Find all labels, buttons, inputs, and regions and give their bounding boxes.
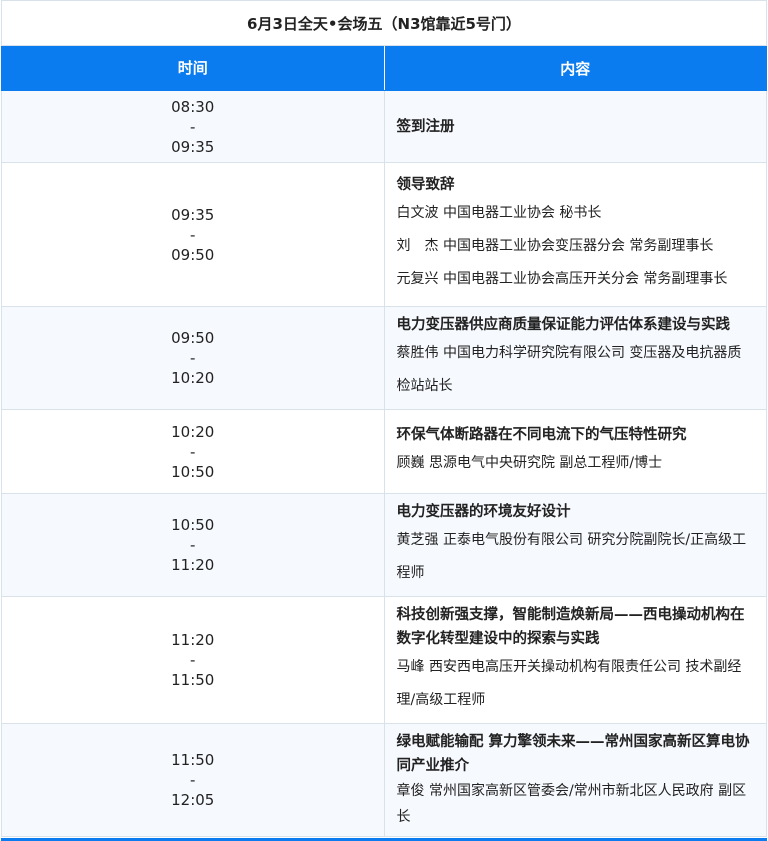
session-topic: 绿电赋能输配 算力擎领未来——常州国家高新区算电协同产业推介	[396, 734, 750, 774]
table-row: 08:30 - 09:35 签到注册	[1, 90, 767, 163]
time-separator: -	[190, 651, 196, 669]
content-cell: 电力变压器的环境友好设计 黄芝强 正泰电气股份有限公司 研究分院副院长/正高级工…	[383, 493, 767, 597]
time-separator: -	[190, 225, 196, 244]
speaker-line: 章俊 常州国家高新区管委会/常州市新北区人民政府 副区长	[396, 783, 747, 825]
table-row: 10:50 - 11:20 电力变压器的环境友好设计 黄芝强 正泰电气股份有限公…	[1, 493, 767, 597]
header-time: 时间	[1, 45, 385, 91]
session-topic: 科技创新强支撑，智能制造焕新局——西电操动机构在数字化转型建设中的探索与实践	[396, 607, 745, 647]
time-separator: -	[190, 536, 196, 554]
start-time: 10:50	[171, 516, 215, 534]
session-topic: 电力变压器供应商质量保证能力评估体系建设与实践	[396, 317, 731, 333]
content-cell: 环保气体断路器在不同电流下的气压特性研究 顾巍 思源电气中央研究院 副总工程师/…	[383, 409, 767, 494]
speaker-line: 马峰 西安西电高压开关操动机构有限责任公司 技术副经理/高级工程师	[396, 659, 742, 708]
session-topic: 签到注册	[396, 118, 455, 135]
start-time: 09:50	[171, 329, 215, 347]
end-time: 09:50	[171, 245, 215, 264]
time-cell: 11:50 - 12:05	[1, 723, 385, 837]
speaker-line: 黄芝强 正泰电气股份有限公司 研究分院副院长/正高级工程师	[396, 532, 747, 581]
end-time: 09:35	[171, 137, 215, 156]
end-time: 11:50	[171, 671, 215, 689]
speaker-line: 白文波 中国电器工业协会 秘书长	[396, 205, 602, 221]
end-time: 10:20	[171, 369, 215, 387]
table-row: 11:50 - 12:05 绿电赋能输配 算力擎领未来——常州国家高新区算电协同…	[1, 723, 767, 837]
content-cell: 领导致辞 白文波 中国电器工业协会 秘书长 刘 杰 中国电器工业协会变压器分会 …	[383, 162, 767, 307]
table-row: 09:35 - 09:50 领导致辞 白文波 中国电器工业协会 秘书长 刘 杰 …	[1, 162, 767, 307]
start-time: 11:20	[171, 631, 215, 649]
table-header-row: 时间 内容	[1, 45, 767, 91]
table-row: 10:20 - 10:50 环保气体断路器在不同电流下的气压特性研究 顾巍 思源…	[1, 409, 767, 494]
schedule-table-wrapper: 6月3日全天•会场五（N3馆靠近5号门） 时间 内容 08:30 - 09:35…	[1, 0, 767, 841]
time-cell: 09:35 - 09:50	[1, 162, 385, 307]
header-content: 内容	[383, 45, 767, 91]
time-separator: -	[190, 349, 196, 367]
speaker-line: 蔡胜伟 中国电力科学研究院有限公司 变压器及电抗器质检站站长	[396, 345, 742, 394]
content-cell: 签到注册	[383, 90, 767, 163]
content-cell: 绿电赋能输配 算力擎领未来——常州国家高新区算电协同产业推介 章俊 常州国家高新…	[383, 723, 767, 837]
end-time: 11:20	[171, 556, 215, 574]
speaker-line: 刘 杰 中国电器工业协会变压器分会 常务副理事长	[396, 238, 714, 254]
time-separator: -	[190, 442, 196, 461]
time-cell: 10:50 - 11:20	[1, 493, 385, 597]
time-cell: 11:20 - 11:50	[1, 596, 385, 724]
start-time: 09:35	[171, 205, 215, 224]
time-cell: 08:30 - 09:35	[1, 90, 385, 163]
content-cell: 科技创新强支撑，智能制造焕新局——西电操动机构在数字化转型建设中的探索与实践 马…	[383, 596, 767, 724]
table-row: 11:20 - 11:50 科技创新强支撑，智能制造焕新局——西电操动机构在数字…	[1, 596, 767, 724]
table-row: 09:50 - 10:20 电力变压器供应商质量保证能力评估体系建设与实践 蔡胜…	[1, 306, 767, 410]
session-topic: 电力变压器的环境友好设计	[396, 504, 571, 520]
time-separator: -	[190, 771, 196, 789]
start-time: 08:30	[171, 97, 215, 116]
session-topic: 环保气体断路器在不同电流下的气压特性研究	[396, 427, 687, 443]
start-time: 10:20	[171, 422, 215, 441]
speaker-line: 顾巍 思源电气中央研究院 副总工程师/博士	[396, 455, 663, 471]
speaker-line: 元复兴 中国电器工业协会高压开关分会 常务副理事长	[396, 271, 728, 287]
session-topic: 领导致辞	[396, 177, 455, 193]
table-title: 6月3日全天•会场五（N3馆靠近5号门）	[1, 0, 767, 46]
schedule-table: 6月3日全天•会场五（N3馆靠近5号门） 时间 内容 08:30 - 09:35…	[1, 0, 767, 837]
end-time: 12:05	[171, 791, 215, 809]
time-separator: -	[190, 117, 196, 136]
time-cell: 10:20 - 10:50	[1, 409, 385, 494]
content-cell: 电力变压器供应商质量保证能力评估体系建设与实践 蔡胜伟 中国电力科学研究院有限公…	[383, 306, 767, 410]
end-time: 10:50	[171, 462, 215, 481]
time-cell: 09:50 - 10:20	[1, 306, 385, 410]
start-time: 11:50	[171, 751, 215, 769]
